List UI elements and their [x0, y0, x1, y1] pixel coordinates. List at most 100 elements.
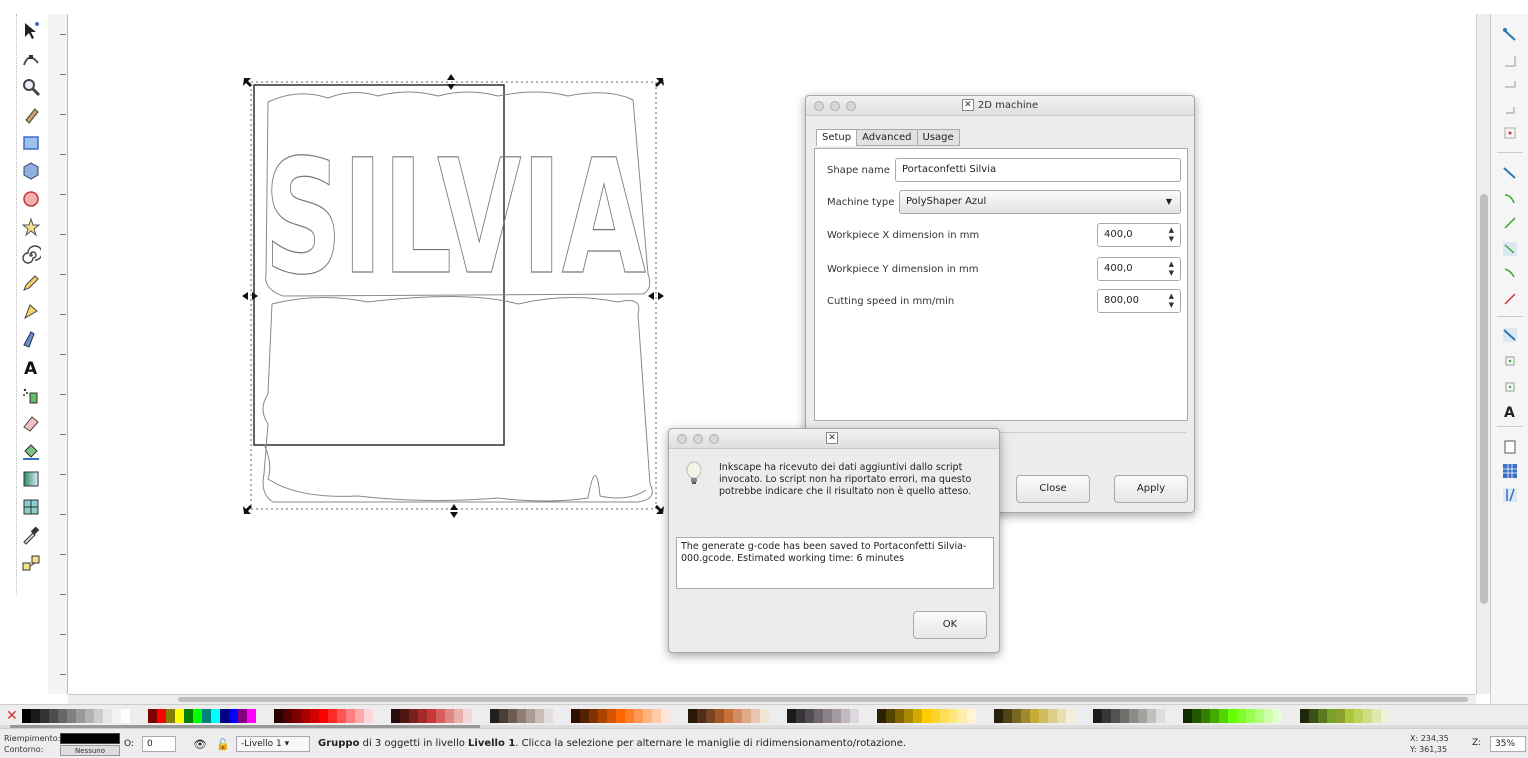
color-swatch[interactable]: [580, 709, 589, 723]
vertical-scrollbar-thumb[interactable]: [1480, 194, 1488, 604]
color-swatch[interactable]: [625, 709, 634, 723]
color-swatch[interactable]: [445, 709, 454, 723]
color-swatch[interactable]: [661, 709, 670, 723]
color-swatch[interactable]: [715, 709, 724, 723]
color-swatch[interactable]: [1237, 709, 1246, 723]
color-swatch[interactable]: [886, 709, 895, 723]
color-swatch[interactable]: [814, 709, 823, 723]
color-swatch[interactable]: [1363, 709, 1372, 723]
color-swatch[interactable]: [283, 709, 292, 723]
rectangle-tool-icon[interactable]: [18, 130, 44, 156]
color-swatch[interactable]: [85, 709, 94, 723]
color-swatch[interactable]: [1111, 709, 1120, 723]
spray-tool-icon[interactable]: [18, 382, 44, 408]
color-swatch[interactable]: [112, 709, 121, 723]
color-swatch[interactable]: [1336, 709, 1345, 723]
color-swatch[interactable]: [1183, 709, 1192, 723]
message-dialog-titlebar[interactable]: ✕: [669, 429, 999, 449]
color-swatch[interactable]: [1102, 709, 1111, 723]
vertical-scrollbar[interactable]: [1476, 14, 1490, 694]
horizontal-scrollbar-thumb[interactable]: [178, 697, 1468, 702]
color-swatch[interactable]: [274, 709, 283, 723]
color-swatch[interactable]: [733, 709, 742, 723]
snap-line-midpoints-icon[interactable]: [1501, 290, 1519, 308]
color-swatch[interactable]: [841, 709, 850, 723]
color-swatch[interactable]: [328, 709, 337, 723]
color-swatch[interactable]: [175, 709, 184, 723]
color-swatch[interactable]: [1354, 709, 1363, 723]
color-swatch[interactable]: [958, 709, 967, 723]
color-swatch[interactable]: [1255, 709, 1264, 723]
snap-smooth-nodes-icon[interactable]: [1501, 264, 1519, 282]
color-swatch[interactable]: [1345, 709, 1354, 723]
color-swatch[interactable]: [571, 709, 580, 723]
color-swatch[interactable]: [1120, 709, 1129, 723]
color-swatch[interactable]: [400, 709, 409, 723]
spiral-tool-icon[interactable]: [18, 242, 44, 268]
color-swatch[interactable]: [211, 709, 220, 723]
color-swatch[interactable]: [688, 709, 697, 723]
no-paint-swatch[interactable]: ✕: [6, 708, 20, 724]
color-swatch[interactable]: [1057, 709, 1066, 723]
color-swatch[interactable]: [409, 709, 418, 723]
mesh-tool-icon[interactable]: [18, 494, 44, 520]
color-swatch[interactable]: [1246, 709, 1255, 723]
color-swatch[interactable]: [913, 709, 922, 723]
color-swatch[interactable]: [1021, 709, 1030, 723]
color-swatch[interactable]: [1147, 709, 1156, 723]
layer-visibility-icon[interactable]: 👁: [193, 738, 207, 751]
color-swatch[interactable]: [922, 709, 931, 723]
close-button[interactable]: Close: [1016, 475, 1090, 503]
color-swatch[interactable]: [724, 709, 733, 723]
color-swatch[interactable]: [931, 709, 940, 723]
shape-name-input[interactable]: Portaconfetti Silvia: [895, 158, 1181, 182]
color-swatch[interactable]: [634, 709, 643, 723]
pen-tool-icon[interactable]: [18, 298, 44, 324]
color-swatch[interactable]: [850, 709, 859, 723]
color-swatch[interactable]: [454, 709, 463, 723]
snap-bbox-corner-icon[interactable]: [1501, 100, 1519, 118]
color-swatch[interactable]: [301, 709, 310, 723]
stroke-indicator[interactable]: Nessuno: [60, 745, 120, 756]
color-swatch[interactable]: [220, 709, 229, 723]
snap-path-intersections-icon[interactable]: [1501, 214, 1519, 232]
color-swatch[interactable]: [1210, 709, 1219, 723]
color-swatch[interactable]: [526, 709, 535, 723]
snap-bbox-midpoint-icon[interactable]: [1501, 124, 1519, 142]
calligraphy-tool-icon[interactable]: [18, 326, 44, 352]
color-swatch[interactable]: [751, 709, 760, 723]
gradient-tool-icon[interactable]: [18, 466, 44, 492]
machine-dialog-titlebar[interactable]: ✕ 2D machine: [806, 96, 1194, 116]
color-swatch[interactable]: [490, 709, 499, 723]
color-swatch[interactable]: [643, 709, 652, 723]
color-swatch[interactable]: [148, 709, 157, 723]
snap-rotation-centers-icon[interactable]: [1501, 378, 1519, 396]
color-swatch[interactable]: [40, 709, 49, 723]
color-swatch[interactable]: [463, 709, 472, 723]
color-swatch[interactable]: [805, 709, 814, 723]
color-swatch[interactable]: [202, 709, 211, 723]
color-swatch[interactable]: [1066, 709, 1075, 723]
color-swatch[interactable]: [895, 709, 904, 723]
color-swatch[interactable]: [517, 709, 526, 723]
snap-nodes-icon[interactable]: [1501, 164, 1519, 182]
tab-usage[interactable]: Usage: [916, 129, 960, 146]
color-swatch[interactable]: [787, 709, 796, 723]
palette-swatches[interactable]: [22, 709, 1390, 723]
workpiece-x-spinbox[interactable]: 400,0 ▲ ▼: [1097, 223, 1181, 247]
snap-page-border-icon[interactable]: [1501, 438, 1519, 456]
ellipse-tool-icon[interactable]: [18, 186, 44, 212]
color-swatch[interactable]: [616, 709, 625, 723]
color-swatch[interactable]: [1219, 709, 1228, 723]
color-swatch[interactable]: [1048, 709, 1057, 723]
color-swatch[interactable]: [796, 709, 805, 723]
color-swatch[interactable]: [967, 709, 976, 723]
color-swatch[interactable]: [535, 709, 544, 723]
snap-bbox-icon[interactable]: [1501, 52, 1519, 70]
color-swatch[interactable]: [823, 709, 832, 723]
color-swatch[interactable]: [1039, 709, 1048, 723]
color-swatch[interactable]: [184, 709, 193, 723]
color-swatch[interactable]: [1156, 709, 1165, 723]
color-swatch[interactable]: [58, 709, 67, 723]
layer-lock-icon[interactable]: 🔓: [216, 738, 230, 751]
